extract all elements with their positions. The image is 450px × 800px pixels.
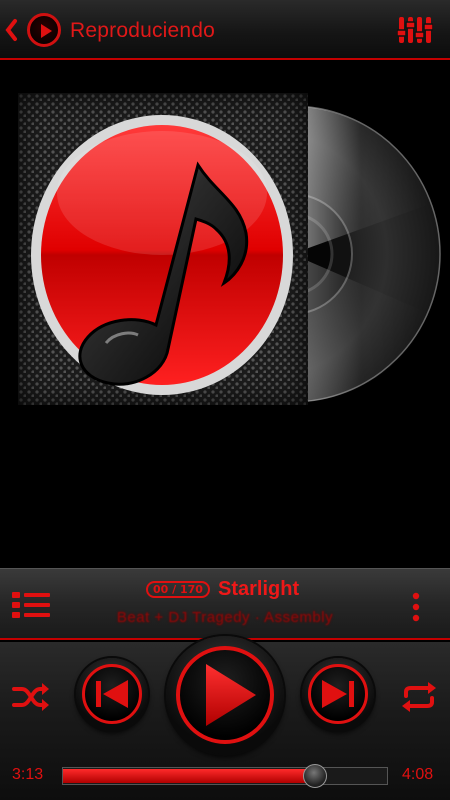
elapsed-time: 3:13 — [12, 766, 44, 783]
shuffle-icon[interactable] — [12, 682, 50, 712]
top-bar: Reproduciendo — [0, 0, 450, 60]
previous-button[interactable] — [76, 658, 148, 730]
play-circle-icon[interactable] — [27, 13, 61, 47]
equalizer-icon[interactable] — [397, 14, 433, 46]
skip-next-icon — [322, 680, 354, 708]
album-cover — [18, 93, 308, 405]
skip-previous-icon — [96, 680, 128, 708]
seek-thumb[interactable] — [303, 764, 327, 788]
more-vert-icon[interactable] — [408, 592, 424, 622]
next-button[interactable] — [302, 658, 374, 730]
song-title: Starlight — [218, 578, 300, 600]
repeat-icon[interactable] — [400, 682, 438, 712]
track-counter-badge: 00 / 170 — [146, 581, 210, 598]
page-title: Reproduciendo — [70, 19, 216, 42]
play-icon — [206, 664, 256, 726]
play-button[interactable] — [166, 636, 284, 754]
seek-bar[interactable] — [62, 764, 388, 788]
artist-name: Beat + DJ Tragedy · Assembly — [116, 609, 334, 626]
seek-bar-fill — [63, 769, 315, 783]
track-info-bar: 00 / 170 Starlight Beat + DJ Tragedy · A… — [0, 568, 450, 640]
music-note-icon — [31, 115, 293, 395]
total-time: 4:08 — [402, 766, 434, 783]
chevron-left-icon[interactable] — [4, 18, 18, 42]
